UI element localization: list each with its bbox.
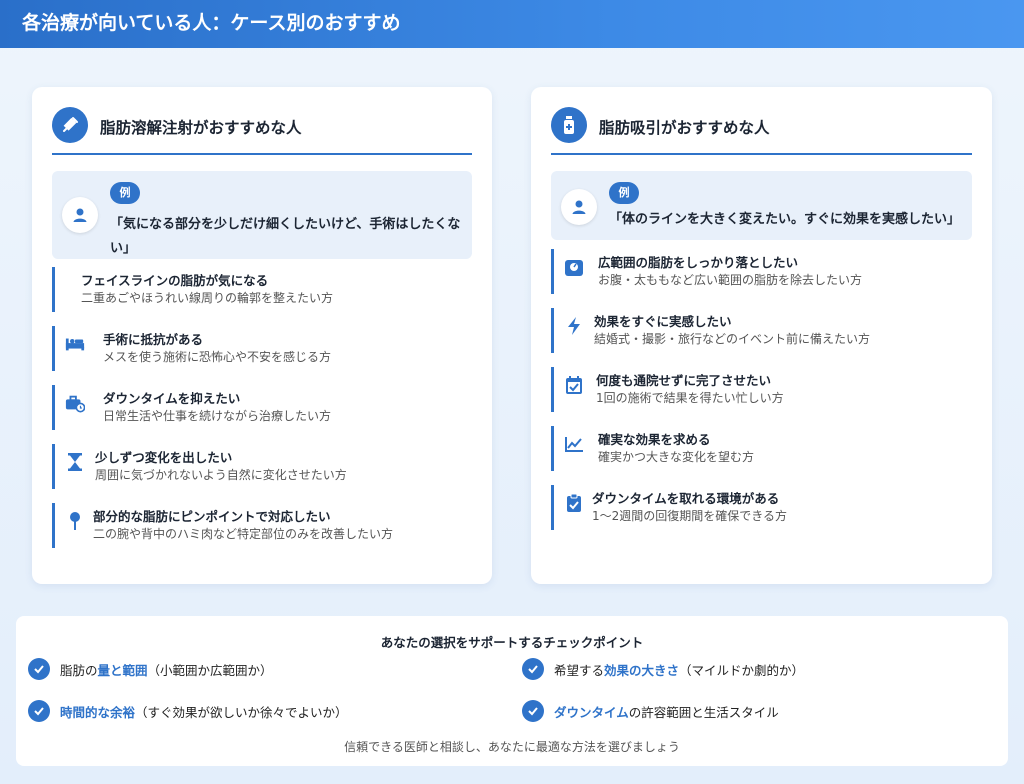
check-icon [522, 658, 544, 680]
bed-icon [65, 334, 85, 354]
checkpoint-post: （すぐ効果が欲しいか徐々でよいか） [135, 704, 348, 720]
example-text: 「体のラインを大きく変えたい。すぐに効果を実感したい」 [609, 212, 961, 227]
item-title: 確実な効果を求める [598, 432, 711, 447]
syringe-icon [52, 107, 88, 143]
item-title: ダウンタイムを取れる環境がある [592, 491, 780, 506]
list-item: 何度も通院せずに完了させたい 1回の施術で結果を得たい忙しい方 [551, 367, 982, 412]
example-box: 例 「体のラインを大きく変えたい。すぐに効果を実感したい」 [551, 171, 972, 240]
hourglass-icon [65, 452, 85, 472]
item-desc: 日常生活や仕事を続けながら治療したい方 [103, 409, 332, 423]
checkpoint-item: 希望する 効果の大きさ （マイルドか劇的か） [522, 658, 804, 680]
weight-icon [564, 257, 584, 277]
chart-line-icon [564, 434, 584, 454]
item-desc: 二重あごやほうれい線周りの輪郭を整えたい方 [81, 291, 334, 305]
check-icon [28, 700, 50, 722]
checkpoint-highlight: 時間的な余裕 [60, 704, 136, 720]
checkpoint-highlight: 効果の大きさ [604, 662, 680, 678]
card-title: 脂肪溶解注射がおすすめな人 [100, 119, 302, 137]
list-item: ダウンタイムを取れる環境がある 1〜2週間の回復期間を確保できる方 [551, 485, 982, 530]
item-title: 少しずつ変化を出したい [95, 450, 233, 465]
card-title: 脂肪吸引がおすすめな人 [599, 119, 770, 137]
list-item: 確実な効果を求める 確実かつ大きな変化を望む方 [551, 426, 982, 471]
bolt-icon [564, 316, 584, 336]
card-header: 脂肪吸引がおすすめな人 [551, 105, 972, 155]
checkpoint-highlight: ダウンタイム [554, 704, 629, 720]
example-box: 例 「気になる部分を少しだけ細くしたいけど、手術はしたくない」 [52, 171, 472, 259]
page-title: 各治療が向いている人：ケース別のおすすめ [22, 12, 401, 34]
checkpoint-pre: 希望する [554, 662, 605, 678]
checkpoint-pre: 脂肪の [60, 662, 98, 678]
list-item: 手術に抵抗がある メスを使う施術に恐怖心や不安を感じる方 [52, 326, 482, 371]
map-pin-icon [65, 511, 85, 531]
example-badge: 例 [609, 182, 639, 204]
item-desc: 周囲に気づかれないよう自然に変化させたい方 [95, 468, 347, 482]
checkpoint-post: （小範囲か広範囲か） [147, 662, 273, 678]
checkpoint-title: あなたの選択をサポートするチェックポイント [380, 635, 644, 650]
page-header: 各治療が向いている人：ケース別のおすすめ [0, 0, 1024, 48]
item-title: フェイスラインの脂肪が気になる [81, 273, 269, 288]
checkpoint-item: 脂肪の 量と範囲 （小範囲か広範囲か） [28, 658, 273, 680]
checkpoint-highlight: 量と範囲 [97, 662, 148, 678]
item-title: 手術に抵抗がある [103, 332, 204, 347]
check-icon [28, 658, 50, 680]
card-header: 脂肪溶解注射がおすすめな人 [52, 105, 472, 155]
recommend-list: 広範囲の脂肪をしっかり落としたい お腹・太ももなど広い範囲の脂肪を除去したい方 … [551, 249, 982, 544]
user-icon [62, 197, 98, 233]
checkpoint-item: ダウンタイム の許容範囲と生活スタイル [522, 700, 779, 722]
list-item: フェイスラインの脂肪が気になる 二重あごやほうれい線周りの輪郭を整えたい方 [52, 267, 482, 312]
item-desc: 1回の施術で結果を得たい忙しい方 [596, 391, 784, 405]
checkpoint-item: 時間的な余裕 （すぐ効果が欲しいか徐々でよいか） [28, 700, 348, 722]
liposuction-card: 脂肪吸引がおすすめな人 例 「体のラインを大きく変えたい。すぐに効果を実感したい… [531, 87, 992, 584]
item-desc: お腹・太ももなど広い範囲の脂肪を除去したい方 [598, 273, 863, 287]
check-icon [522, 700, 544, 722]
calendar-check-icon [564, 375, 584, 395]
list-item: 少しずつ変化を出したい 周囲に気づかれないよう自然に変化させたい方 [52, 444, 482, 489]
checkpoint-post: の許容範囲と生活スタイル [628, 704, 779, 720]
item-title: 広範囲の脂肪をしっかり落としたい [598, 255, 799, 270]
item-title: ダウンタイムを抑えたい [103, 391, 241, 406]
clipboard-check-icon [564, 493, 584, 513]
item-title: 効果をすぐに実感したい [594, 314, 732, 329]
example-text: 「気になる部分を少しだけ細くしたいけど、手術はしたくない」 [110, 217, 461, 256]
checkpoint-post: （マイルドか劇的か） [679, 662, 805, 678]
recommend-list: フェイスラインの脂肪が気になる 二重あごやほうれい線周りの輪郭を整えたい方 手術… [52, 267, 482, 562]
example-badge: 例 [110, 182, 140, 204]
item-desc: メスを使う施術に恐怖心や不安を感じる方 [103, 350, 332, 364]
list-item: ダウンタイムを抑えたい 日常生活や仕事を続けながら治療したい方 [52, 385, 482, 430]
list-item: 効果をすぐに実感したい 結婚式・撮影・旅行などのイベント前に備えたい方 [551, 308, 982, 353]
list-item: 広範囲の脂肪をしっかり落としたい お腹・太ももなど広い範囲の脂肪を除去したい方 [551, 249, 982, 294]
injection-card: 脂肪溶解注射がおすすめな人 例 「気になる部分を少しだけ細くしたいけど、手術はし… [32, 87, 492, 584]
user-icon [561, 189, 597, 225]
checkpoint-panel: あなたの選択をサポートするチェックポイント 脂肪の 量と範囲 （小範囲か広範囲か） … [16, 616, 1008, 766]
list-item: 部分的な脂肪にピンポイントで対応したい 二の腕や背中のハミ肉など特定部位のみを改… [52, 503, 482, 548]
bottle-icon [551, 107, 587, 143]
item-desc: 確実かつ大きな変化を望む方 [598, 450, 755, 464]
briefcase-clock-icon [65, 393, 85, 413]
checkpoint-note: 信頼できる医師と相談し、あなたに最適な方法を選びましょう [344, 740, 680, 754]
item-title: 部分的な脂肪にピンポイントで対応したい [93, 509, 331, 524]
item-title: 何度も通院せずに完了させたい [596, 373, 772, 388]
item-desc: 1〜2週間の回復期間を確保できる方 [592, 509, 788, 523]
item-desc: 結婚式・撮影・旅行などのイベント前に備えたい方 [594, 332, 871, 346]
item-desc: 二の腕や背中のハミ肉など特定部位のみを改善したい方 [93, 527, 394, 541]
